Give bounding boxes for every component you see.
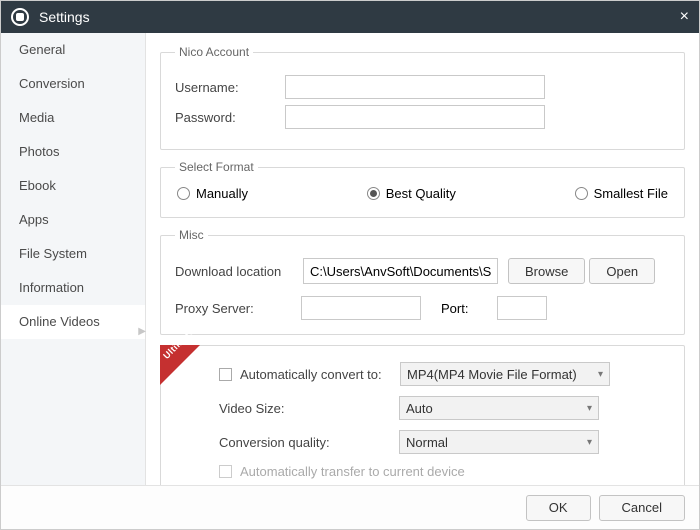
app-icon: [11, 8, 29, 26]
download-location-label: Download location: [175, 264, 303, 279]
conversion-quality-select[interactable]: Normal ▾: [399, 430, 599, 454]
password-label: Password:: [175, 110, 285, 125]
proxy-server-label: Proxy Server:: [175, 301, 295, 316]
video-size-value: Auto: [406, 401, 433, 416]
conversion-quality-value: Normal: [406, 435, 448, 450]
sidebar-item-information[interactable]: Information: [1, 271, 145, 305]
radio-label: Smallest File: [594, 186, 668, 201]
convert-format-select[interactable]: MP4(MP4 Movie File Format) ▾: [400, 362, 610, 386]
radio-label: Best Quality: [386, 186, 456, 201]
close-icon[interactable]: ×: [680, 8, 689, 26]
radio-label: Manually: [196, 186, 248, 201]
footer: OK Cancel: [1, 485, 699, 529]
sidebar-item-conversion[interactable]: Conversion: [1, 67, 145, 101]
radio-icon: [177, 187, 190, 200]
sidebar-item-general[interactable]: General: [1, 33, 145, 67]
chevron-down-icon: ▾: [598, 369, 603, 380]
window-title: Settings: [39, 9, 90, 25]
chevron-down-icon: ▾: [587, 403, 592, 414]
nico-legend: Nico Account: [175, 45, 253, 59]
sidebar-item-online-videos[interactable]: Online Videos: [1, 305, 145, 339]
misc-group: Misc Download location Browse Open Proxy…: [160, 228, 685, 335]
auto-transfer-checkbox[interactable]: [219, 465, 232, 478]
radio-icon: [367, 187, 380, 200]
ok-button[interactable]: OK: [526, 495, 591, 521]
select-format-group: Select Format Manually Best Quality Smal…: [160, 160, 685, 218]
username-label: Username:: [175, 80, 285, 95]
format-legend: Select Format: [175, 160, 258, 174]
convert-format-value: MP4(MP4 Movie File Format): [407, 367, 577, 382]
sidebar-item-ebook[interactable]: Ebook: [1, 169, 145, 203]
open-button[interactable]: Open: [589, 258, 655, 284]
sidebar-item-media[interactable]: Media: [1, 101, 145, 135]
ultimate-group: Ultimate Automatically convert to: MP4(M…: [160, 345, 685, 485]
radio-smallest-file[interactable]: Smallest File: [575, 186, 668, 201]
sidebar-item-photos[interactable]: Photos: [1, 135, 145, 169]
misc-legend: Misc: [175, 228, 208, 242]
username-input[interactable]: [285, 75, 545, 99]
main-panel: Nico Account Username: Password: Select …: [146, 33, 699, 485]
radio-icon: [575, 187, 588, 200]
auto-transfer-label: Automatically transfer to current device: [240, 464, 465, 479]
download-location-input[interactable]: [303, 258, 498, 284]
video-size-select[interactable]: Auto ▾: [399, 396, 599, 420]
auto-convert-label: Automatically convert to:: [240, 367, 400, 382]
radio-best-quality[interactable]: Best Quality: [367, 186, 456, 201]
settings-window: Settings × General Conversion Media Phot…: [0, 0, 700, 530]
video-size-label: Video Size:: [219, 401, 399, 416]
chevron-down-icon: ▾: [587, 437, 592, 448]
auto-convert-checkbox[interactable]: [219, 368, 232, 381]
password-input[interactable]: [285, 105, 545, 129]
conversion-quality-label: Conversion quality:: [219, 435, 399, 450]
body: General Conversion Media Photos Ebook Ap…: [1, 33, 699, 485]
port-input[interactable]: [497, 296, 547, 320]
nico-account-group: Nico Account Username: Password:: [160, 45, 685, 150]
sidebar: General Conversion Media Photos Ebook Ap…: [1, 33, 146, 485]
cancel-button[interactable]: Cancel: [599, 495, 685, 521]
port-label: Port:: [441, 301, 491, 316]
browse-button[interactable]: Browse: [508, 258, 585, 284]
radio-manually[interactable]: Manually: [177, 186, 248, 201]
sidebar-item-apps[interactable]: Apps: [1, 203, 145, 237]
proxy-server-input[interactable]: [301, 296, 421, 320]
sidebar-item-file-system[interactable]: File System: [1, 237, 145, 271]
titlebar: Settings ×: [1, 1, 699, 33]
